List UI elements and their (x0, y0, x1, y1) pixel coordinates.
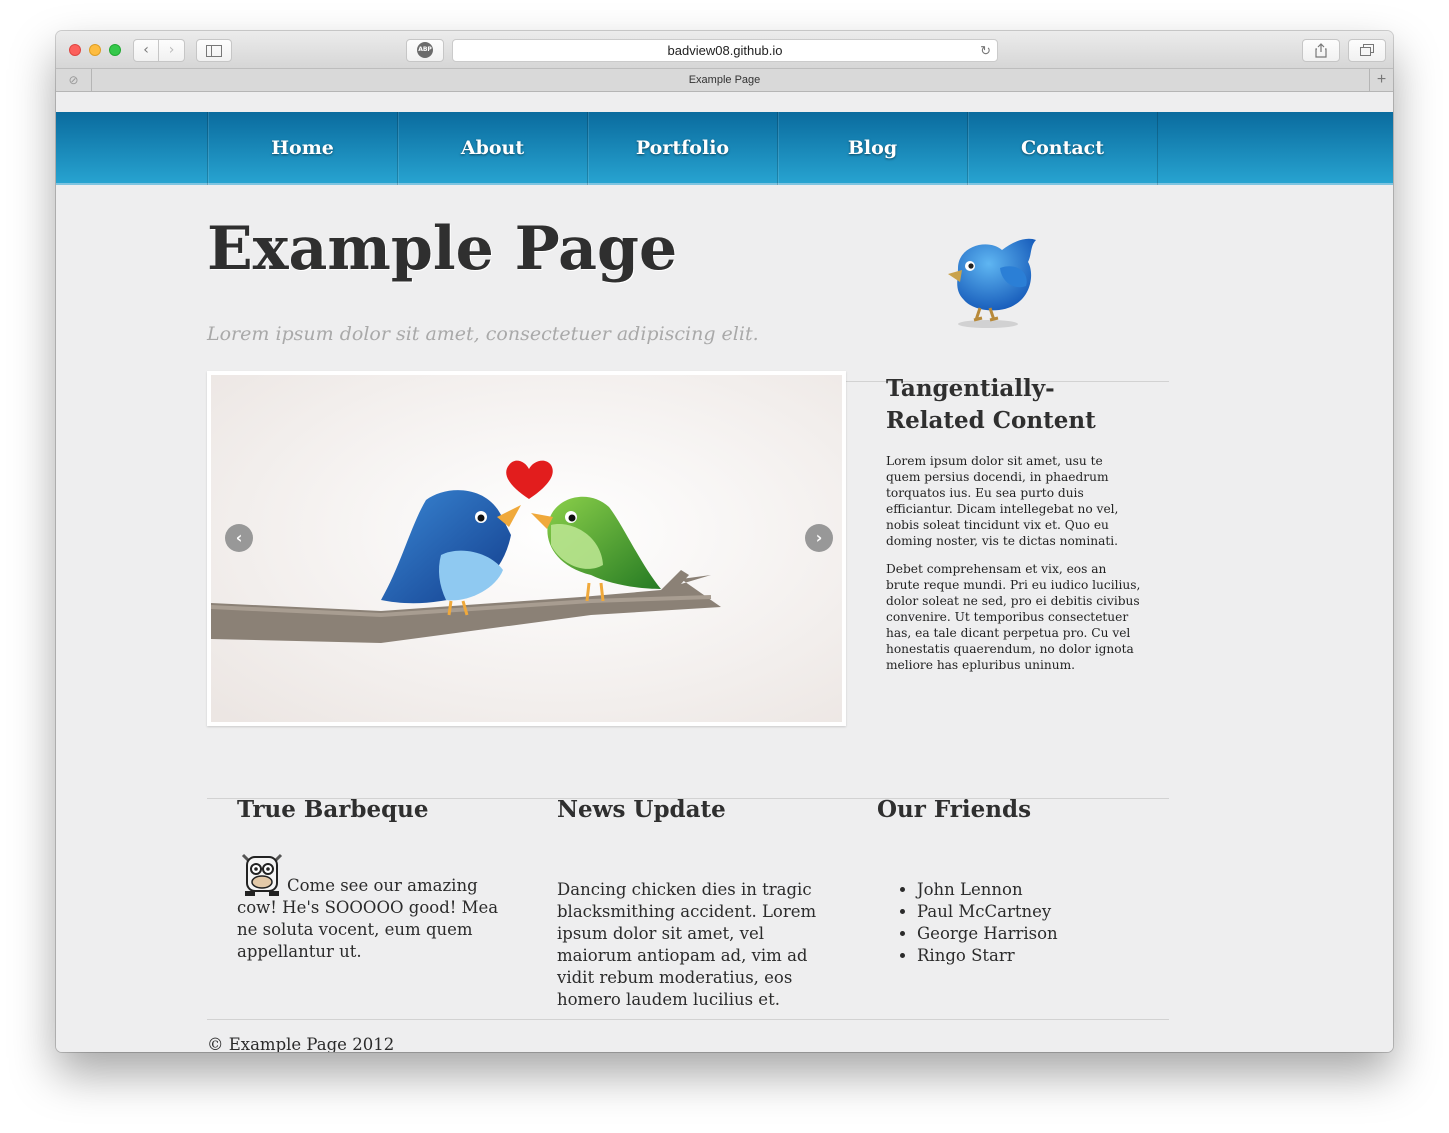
aside-paragraph: Debet comprehensam et vix, eos an brute … (886, 562, 1141, 672)
chevron-right-icon: › (815, 528, 823, 547)
aside-heading: Tangentially-Related Content (886, 375, 1096, 434)
list-item: Paul McCartney (917, 901, 1058, 923)
adblock-button[interactable]: ABP (406, 39, 444, 62)
slider-prev-button[interactable]: ‹ (225, 524, 253, 552)
friends-heading: Our Friends (877, 796, 1032, 823)
aside-paragraph: Lorem ipsum dolor sit amet, usu te quem … (886, 454, 1119, 548)
new-tab-button[interactable]: + (1369, 69, 1393, 91)
image-slider: ‹ › (207, 371, 846, 726)
share-button[interactable] (1302, 39, 1340, 62)
show-tabs-button[interactable] (1348, 39, 1386, 62)
zoom-window-button[interactable] (109, 44, 121, 56)
footer-text: © Example Page 2012 (207, 1035, 395, 1052)
chevron-right-icon: › (168, 42, 175, 58)
reload-icon[interactable]: ↻ (980, 40, 991, 61)
browser-toolbar: ‹ › ABP badview08.github.io ↻ (56, 31, 1393, 69)
list-item: Ringo Starr (917, 945, 1058, 967)
nav-contact[interactable]: Contact (967, 112, 1157, 185)
news-text: Dancing chicken dies in tragic blacksmit… (557, 880, 817, 1009)
tab-title[interactable]: Example Page (689, 74, 761, 86)
web-page: Home About Portfolio Blog Contact Exampl… (56, 93, 1393, 1052)
divider (207, 1019, 1169, 1020)
lovebirds-slide-image (211, 375, 842, 722)
minimize-window-button[interactable] (89, 44, 101, 56)
nav-home[interactable]: Home (207, 112, 397, 185)
browser-window: ‹ › ABP badview08.github.io ↻ ⊘ Example … (56, 31, 1393, 1052)
nav-about[interactable]: About (397, 112, 587, 185)
news-heading: News Update (557, 796, 726, 823)
chevron-left-icon: ‹ (235, 528, 243, 547)
sidebar-toggle-button[interactable] (196, 39, 232, 62)
nav-blog[interactable]: Blog (777, 112, 967, 185)
bbq-text-block: Come see our amazing cow! He's SOOOOO go… (237, 847, 522, 963)
tab-bar: ⊘ Example Page + (56, 69, 1393, 92)
slider-next-button[interactable]: › (805, 524, 833, 552)
cow-icon (241, 853, 283, 896)
page-title: Example Page (207, 214, 678, 284)
url-text: badview08.github.io (667, 43, 783, 58)
forward-button[interactable]: › (159, 39, 185, 62)
sidebar-icon (206, 45, 222, 57)
list-item: John Lennon (917, 879, 1058, 901)
nav-portfolio[interactable]: Portfolio (587, 112, 777, 185)
plus-icon: + (1376, 71, 1387, 88)
compass-icon[interactable]: ⊘ (56, 69, 92, 91)
address-bar[interactable]: badview08.github.io ↻ (452, 39, 998, 62)
back-button[interactable]: ‹ (133, 39, 159, 62)
friends-list: John Lennon Paul McCartney George Harris… (899, 879, 1058, 967)
page-tagline: Lorem ipsum dolor sit amet, consectetuer… (207, 323, 759, 345)
close-window-button[interactable] (69, 44, 81, 56)
adblock-icon: ABP (417, 42, 433, 58)
tabs-icon (1360, 44, 1374, 56)
share-icon (1315, 43, 1327, 58)
twitter-bird-logo (948, 238, 1036, 328)
bbq-heading: True Barbeque (237, 796, 429, 823)
list-item: George Harrison (917, 923, 1058, 945)
chevron-left-icon: ‹ (143, 42, 149, 58)
main-navigation: Home About Portfolio Blog Contact (56, 112, 1393, 185)
nav-divider (1157, 112, 1158, 185)
